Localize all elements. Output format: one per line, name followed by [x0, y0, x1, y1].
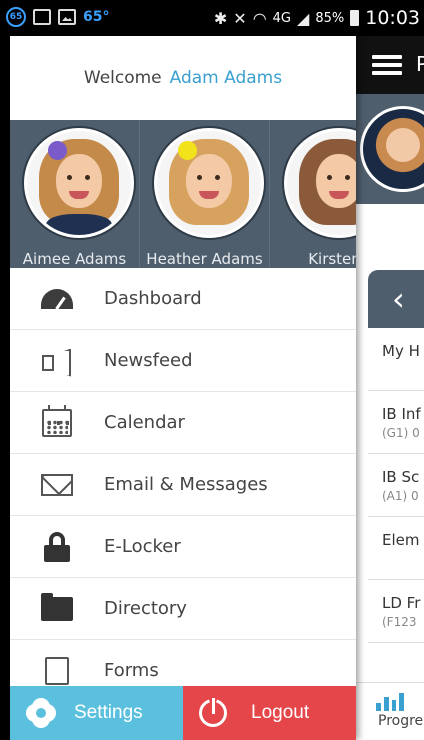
bar-chart-icon [376, 691, 404, 711]
menu-item-directory[interactable]: Directory [10, 578, 356, 640]
wifi-icon: ◠ [252, 8, 267, 28]
settings-button[interactable]: Settings [10, 686, 183, 740]
lock-icon [44, 531, 70, 562]
menu-item-label: E-Locker [104, 536, 181, 557]
list-item[interactable]: IB Sc (A1) 0 [368, 454, 424, 517]
list-item[interactable]: Elem [368, 517, 424, 580]
menu-item-label: Calendar [104, 412, 185, 433]
tab-progress[interactable]: Progre [356, 682, 424, 740]
bluetooth-icon: ✱ [213, 8, 228, 28]
menu-item-label: Dashboard [104, 288, 202, 309]
hair-flower-icon [177, 141, 197, 161]
list-item-subtitle: (F123 [382, 615, 417, 629]
list-item-title: LD Fr [382, 594, 421, 612]
clock: 10:03 [365, 7, 420, 29]
child-name: Aimee Adams [22, 250, 127, 268]
welcome-header: Welcome Adam Adams [10, 36, 356, 120]
hair-flower-icon [47, 141, 67, 161]
list-item[interactable]: IB Inf (G1) 0 [368, 391, 424, 454]
welcome-label: Welcome [83, 68, 162, 88]
logout-button[interactable]: Logout [183, 686, 356, 740]
folder-icon [41, 592, 73, 621]
form-document-icon [45, 656, 69, 685]
menu-item-dashboard[interactable]: Dashboard [10, 268, 356, 330]
back-button[interactable]: ‹ [368, 270, 424, 328]
child-avatar [154, 128, 264, 238]
children-carousel[interactable]: Aimee Adams Heather Adams Kirsten [10, 120, 356, 268]
list-item-title: IB Inf [382, 405, 421, 423]
menu-item-label: Newsfeed [104, 350, 193, 371]
hamburger-menu-icon[interactable] [372, 55, 402, 75]
list-item-title: IB Sc [382, 468, 420, 486]
signal-icon: ◢ [297, 8, 310, 28]
image-icon [58, 9, 76, 25]
menu-item-newsfeed[interactable]: Newsfeed [10, 330, 356, 392]
drawer-menu: Dashboard Newsfeed Calendar Email & Mess… [10, 268, 356, 702]
gear-icon [26, 698, 56, 728]
child-card[interactable]: Kirsten [270, 120, 356, 268]
child-name: Kirsten [308, 250, 356, 268]
menu-item-label: Forms [104, 660, 159, 681]
menu-item-calendar[interactable]: Calendar [10, 392, 356, 454]
menu-item-label: Email & Messages [104, 474, 268, 495]
list-item-title: My H [382, 342, 420, 360]
temperature: 65° [83, 9, 110, 25]
list-item-subtitle: (A1) 0 [382, 489, 419, 503]
drawer-footer: Settings Logout [10, 686, 356, 740]
menu-item-label: Directory [104, 598, 187, 619]
background-app: P ‹ My H IB Inf (G1) 0 IB Sc (A1) 0 Elem… [356, 36, 424, 740]
child-card[interactable]: Heather Adams [140, 120, 270, 268]
bg-app-title: P [416, 52, 424, 76]
list-item[interactable]: My H [368, 328, 424, 391]
battery-icon [350, 10, 360, 26]
settings-label: Settings [74, 702, 143, 723]
dashboard-gauge-icon [41, 288, 73, 309]
child-card[interactable]: Aimee Adams [10, 120, 140, 268]
bg-course-list: My H IB Inf (G1) 0 IB Sc (A1) 0 Elem LD … [368, 328, 424, 643]
network-type: 4G [272, 10, 292, 26]
child-avatar[interactable] [360, 106, 424, 192]
navigation-drawer: Welcome Adam Adams Aimee Adams Heather A… [10, 36, 356, 740]
bg-app-toolbar: P [356, 36, 424, 94]
screenshot-icon [33, 9, 51, 25]
battery-percent: 85% [315, 10, 345, 26]
child-avatar [284, 128, 356, 238]
envelope-icon [41, 473, 73, 496]
child-avatar [24, 128, 134, 238]
logout-label: Logout [251, 702, 310, 723]
notification-badge-icon: 65 [6, 7, 26, 27]
calendar-icon [42, 404, 72, 437]
menu-item-e-locker[interactable]: E-Locker [10, 516, 356, 578]
list-item-subtitle: (G1) 0 [382, 426, 420, 440]
list-item-title: Elem [382, 531, 420, 549]
menu-item-email-messages[interactable]: Email & Messages [10, 454, 356, 516]
tab-progress-label: Progre [378, 713, 424, 729]
child-name: Heather Adams [146, 250, 263, 268]
status-bar: 65 65° ✱ ✕ ◠ 4G ◢ 85% 10:03 [0, 0, 424, 36]
user-name[interactable]: Adam Adams [170, 68, 282, 88]
speaker-icon [42, 349, 72, 373]
list-item[interactable]: LD Fr (F123 [368, 580, 424, 643]
mute-icon: ✕ [233, 8, 247, 28]
bg-child-band [356, 94, 424, 204]
